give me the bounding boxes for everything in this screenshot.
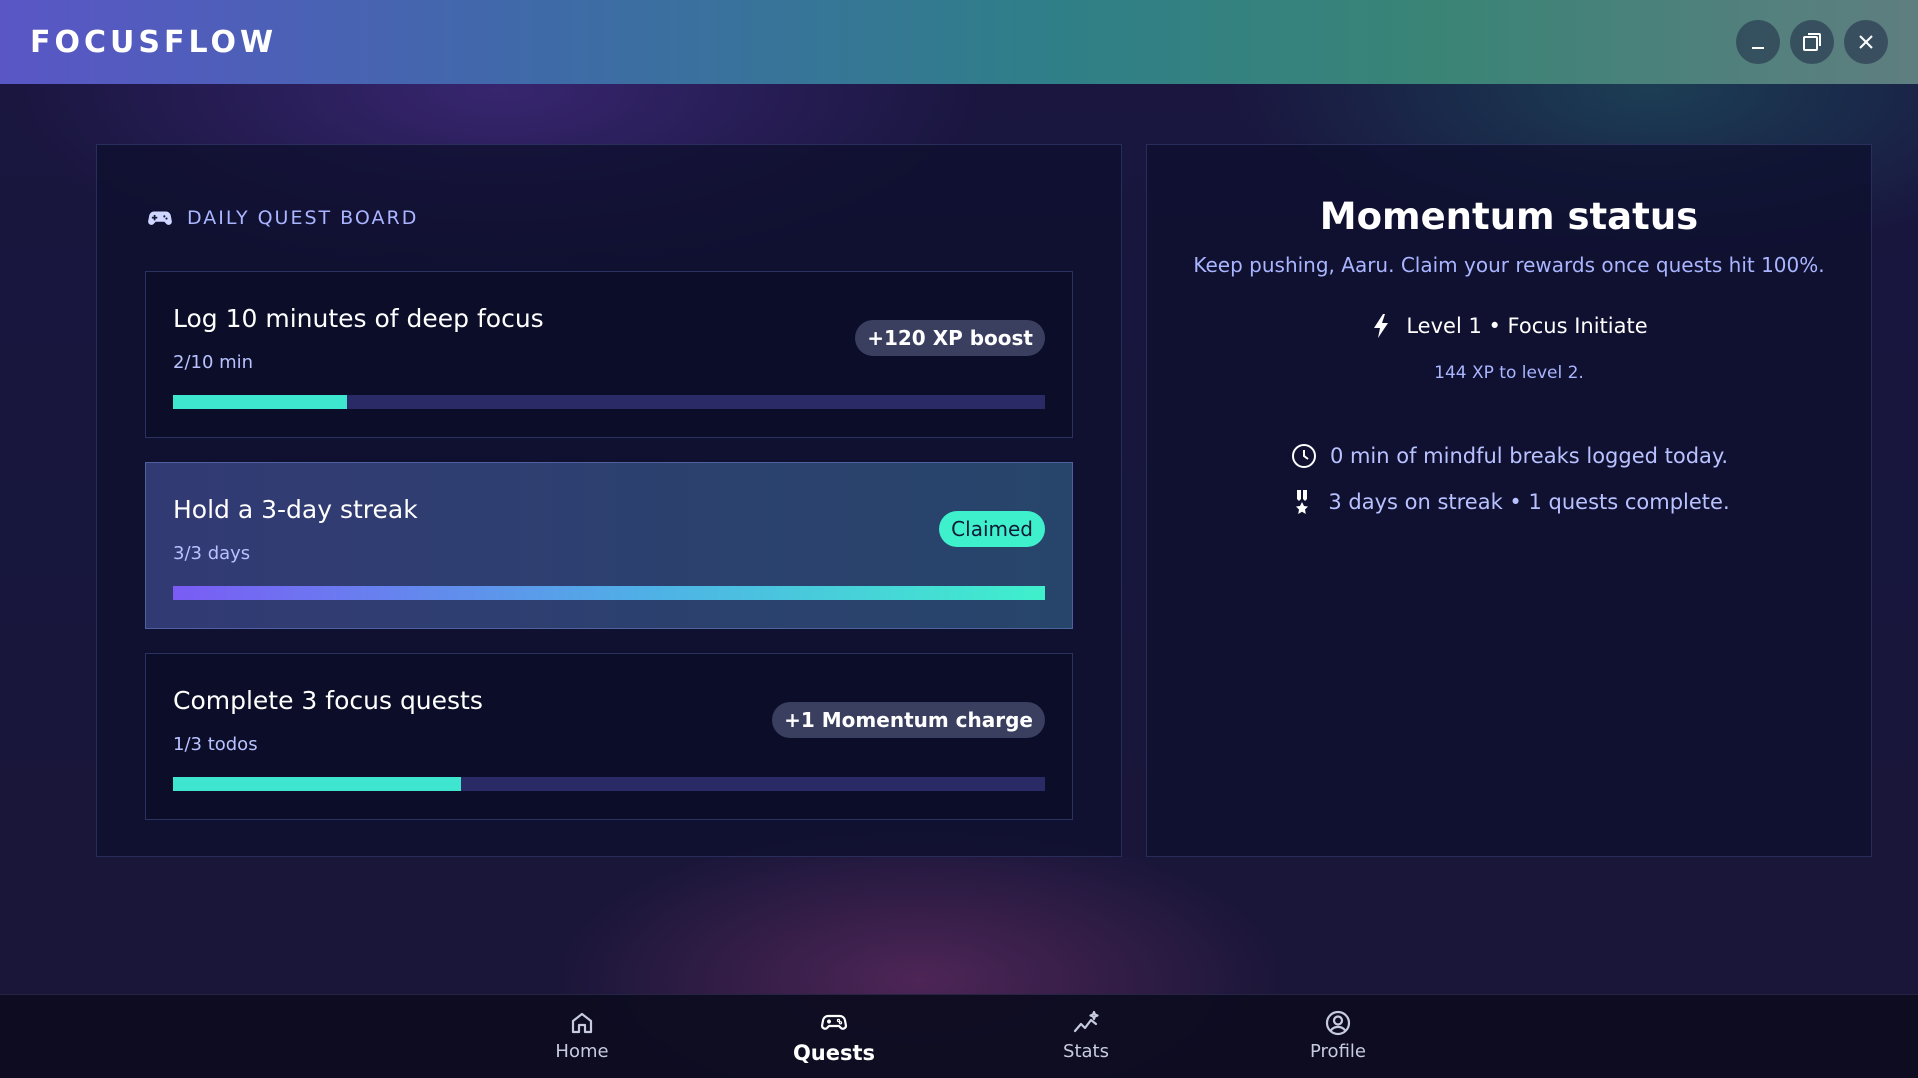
claimed-badge[interactable]: Claimed bbox=[939, 511, 1045, 547]
progress-fill bbox=[173, 586, 1045, 600]
quest-title: Hold a 3-day streak bbox=[173, 495, 418, 524]
medal-icon bbox=[1296, 490, 1309, 514]
streak-text: 3 days on streak • 1 quests complete. bbox=[1328, 490, 1730, 514]
breaks-stat: 0 min of mindful breaks logged today. bbox=[1147, 442, 1871, 470]
nav-label: Profile bbox=[1310, 1041, 1366, 1062]
quest-card[interactable]: Complete 3 focus quests 1/3 todos +1 Mom… bbox=[145, 653, 1073, 820]
maximize-button[interactable] bbox=[1790, 20, 1834, 64]
profile-icon bbox=[1325, 1010, 1351, 1036]
minimize-icon bbox=[1752, 47, 1764, 49]
quest-title: Log 10 minutes of deep focus bbox=[173, 304, 544, 333]
reward-badge: +1 Momentum charge bbox=[772, 702, 1045, 738]
progress-track bbox=[173, 395, 1045, 409]
gamepad-icon bbox=[148, 211, 172, 225]
quest-title: Complete 3 focus quests bbox=[173, 686, 483, 715]
home-icon bbox=[571, 1012, 593, 1034]
title-bar: FOCUSFLOW bbox=[0, 0, 1918, 84]
quest-card[interactable]: Hold a 3-day streak 3/3 days Claimed bbox=[145, 462, 1073, 629]
quest-board-title: DAILY QUEST BOARD bbox=[187, 207, 419, 229]
nav-item-profile[interactable]: Profile bbox=[1268, 1009, 1408, 1062]
bottom-nav: Home Quests Stats Profile bbox=[0, 994, 1918, 1078]
quest-progress-text: 3/3 days bbox=[173, 543, 251, 564]
progress-track bbox=[173, 586, 1045, 600]
quest-progress-text: 1/3 todos bbox=[173, 734, 258, 755]
breaks-text: 0 min of mindful breaks logged today. bbox=[1329, 444, 1729, 468]
level-text: Level 1 • Focus Initiate bbox=[1406, 314, 1648, 338]
momentum-title: Momentum status bbox=[1319, 195, 1699, 238]
gamepad-icon bbox=[821, 1014, 847, 1030]
lightning-icon bbox=[1374, 314, 1389, 338]
nav-item-stats[interactable]: Stats bbox=[1016, 1009, 1156, 1062]
quest-board-panel: DAILY QUEST BOARD Log 10 minutes of deep… bbox=[96, 144, 1122, 857]
momentum-panel: Momentum status Keep pushing, Aaru. Clai… bbox=[1146, 144, 1872, 857]
quest-progress-text: 2/10 min bbox=[173, 352, 254, 373]
progress-track bbox=[173, 777, 1045, 791]
close-icon bbox=[1859, 35, 1873, 49]
progress-fill bbox=[173, 777, 461, 791]
quest-card[interactable]: Log 10 minutes of deep focus 2/10 min +1… bbox=[145, 271, 1073, 438]
level-row: Level 1 • Focus Initiate bbox=[1147, 313, 1871, 339]
nav-item-home[interactable]: Home bbox=[512, 1009, 652, 1062]
window-controls bbox=[1736, 20, 1888, 64]
stats-icon bbox=[1073, 1010, 1099, 1033]
momentum-subtitle: Keep pushing, Aaru. Claim your rewards o… bbox=[1193, 253, 1825, 277]
xp-to-next-level: 144 XP to level 2. bbox=[1434, 363, 1584, 383]
streak-stat: 3 days on streak • 1 quests complete. bbox=[1147, 488, 1871, 516]
quest-board-header: DAILY QUEST BOARD bbox=[147, 205, 418, 231]
minimize-button[interactable] bbox=[1736, 20, 1780, 64]
app-title: FOCUSFLOW bbox=[30, 24, 278, 60]
nav-item-quests[interactable]: Quests bbox=[764, 1009, 904, 1065]
maximize-icon bbox=[1803, 33, 1821, 51]
progress-fill bbox=[173, 395, 348, 409]
reward-badge: +120 XP boost bbox=[855, 320, 1045, 356]
nav-label: Stats bbox=[1063, 1041, 1109, 1062]
nav-label: Home bbox=[555, 1041, 609, 1062]
nav-label: Quests bbox=[792, 1041, 876, 1065]
close-button[interactable] bbox=[1844, 20, 1888, 64]
clock-icon bbox=[1291, 444, 1316, 468]
